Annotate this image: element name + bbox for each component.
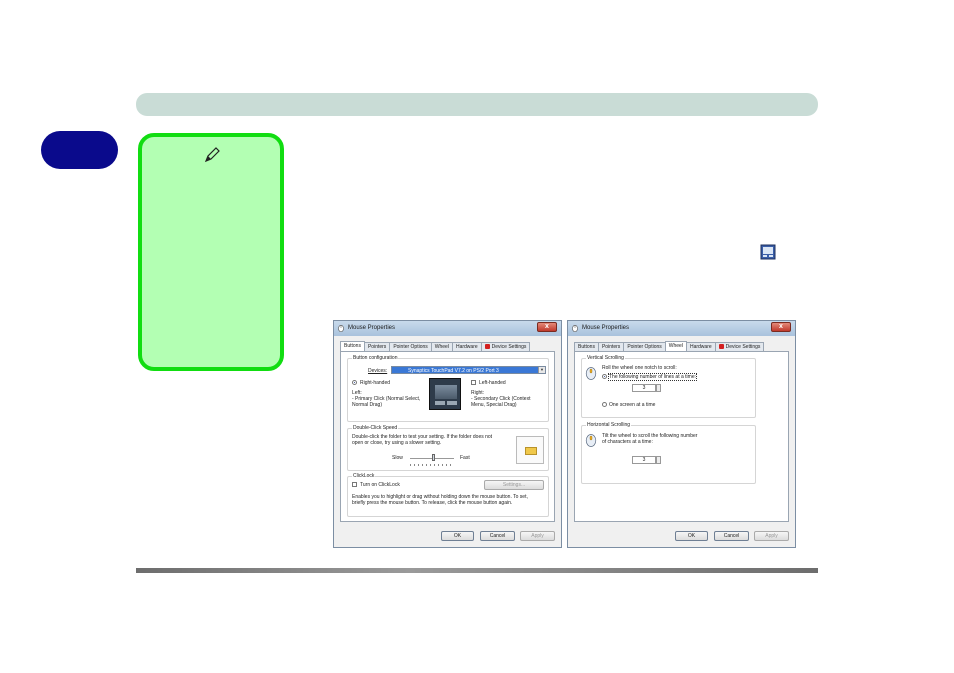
tab-hardware[interactable]: Hardware xyxy=(451,342,482,351)
tab-device-settings-label: Device Settings xyxy=(491,344,527,350)
tab-device-settings[interactable]: Device Settings xyxy=(480,342,531,351)
close-button[interactable]: x xyxy=(537,322,557,332)
double-click-speed-group: Double-Click Speed Double-click the fold… xyxy=(347,425,549,471)
clicklock-settings-button[interactable]: Settings... xyxy=(484,480,544,490)
lines-spin-arrows[interactable] xyxy=(656,384,661,392)
buttons-panel: Button configuration Devices: Synaptics … xyxy=(340,351,555,522)
clicklock-desc-2: briefly press the mouse button. To relea… xyxy=(352,500,513,506)
group-title: ClickLock xyxy=(352,473,376,479)
dialog-titlebar: Mouse Properties x xyxy=(568,321,795,336)
mouse-icon xyxy=(572,325,578,332)
synaptics-icon xyxy=(484,344,490,349)
mouse-wheel-icon xyxy=(585,434,597,447)
note-box xyxy=(138,133,284,371)
ok-button[interactable]: OK xyxy=(675,531,708,541)
pencil-icon xyxy=(204,147,220,163)
horizontal-scrolling-group: Horizontal Scrolling Tilt the wheel to s… xyxy=(581,422,756,484)
clicklock-label: Turn on ClickLock xyxy=(360,482,400,488)
tab-pointers[interactable]: Pointers xyxy=(597,342,625,351)
tab-pointer-options[interactable]: Pointer Options xyxy=(389,342,432,351)
page-header-bar xyxy=(136,93,818,116)
lines-at-a-time-radio[interactable] xyxy=(602,374,607,379)
test-folder[interactable] xyxy=(516,436,544,464)
dialog-titlebar: Mouse Properties x xyxy=(334,321,561,336)
fast-label: Fast xyxy=(460,455,470,461)
group-title: Button configuration xyxy=(352,355,399,361)
touchpad-image xyxy=(429,378,461,410)
clicklock-checkbox[interactable] xyxy=(352,482,357,487)
speed-slider-thumb[interactable] xyxy=(432,454,436,461)
apply-button[interactable]: Apply xyxy=(754,531,789,541)
tab-bar: Buttons Pointers Pointer Options Wheel H… xyxy=(574,341,765,351)
ok-button[interactable]: OK xyxy=(441,531,474,541)
tab-buttons[interactable]: Buttons xyxy=(340,341,365,351)
group-title: Double-Click Speed xyxy=(352,425,399,431)
clicklock-group: ClickLock Turn on ClickLock Settings... … xyxy=(347,473,549,517)
left-handed-label: Left-handed xyxy=(479,380,506,386)
dialog-title: Mouse Properties xyxy=(348,325,396,331)
mouse-wheel-icon xyxy=(585,367,597,380)
right-handed-radio[interactable] xyxy=(352,380,357,385)
touchpad-tray-icon xyxy=(760,244,776,260)
tab-bar: Buttons Pointers Pointer Options Wheel H… xyxy=(340,341,531,351)
tab-device-settings-label: Device Settings xyxy=(725,344,761,350)
button-configuration-group: Button configuration Devices: Synaptics … xyxy=(347,355,549,422)
tab-buttons[interactable]: Buttons xyxy=(574,342,599,351)
footer-rule xyxy=(136,568,818,573)
synaptics-icon xyxy=(718,344,724,349)
mouse-properties-dialog-wheel: Mouse Properties x Buttons Pointers Poin… xyxy=(567,320,796,548)
group-title: Horizontal Scrolling xyxy=(586,422,632,428)
close-button[interactable]: x xyxy=(771,322,791,332)
apply-button[interactable]: Apply xyxy=(520,531,555,541)
slider-ticks xyxy=(410,464,454,466)
mouse-properties-dialog-buttons: Mouse Properties x Buttons Pointers Poin… xyxy=(333,320,562,548)
devices-label: Devices: xyxy=(368,368,388,374)
horizontal-desc-2: of characters at a time: xyxy=(602,439,653,445)
lines-spinbox[interactable]: 3 xyxy=(632,384,656,392)
characters-spinbox[interactable]: 3 xyxy=(632,456,656,464)
characters-spin-arrows[interactable] xyxy=(656,456,661,464)
left-desc-3: Normal Drag) xyxy=(352,402,383,408)
tab-wheel[interactable]: Wheel xyxy=(430,342,453,351)
devices-select[interactable]: Synaptics TouchPad V7.2 on PS/2 Port 3 ▼ xyxy=(391,366,546,374)
tab-pointers[interactable]: Pointers xyxy=(363,342,391,351)
cancel-button[interactable]: Cancel xyxy=(480,531,515,541)
one-screen-radio[interactable] xyxy=(602,402,607,407)
double-click-desc-2: open or close, try using a slower settin… xyxy=(352,440,442,446)
chapter-tab xyxy=(41,131,118,169)
chevron-down-icon: ▼ xyxy=(538,367,545,373)
folder-icon xyxy=(525,447,537,455)
right-handed-label: Right-handed xyxy=(360,380,391,386)
right-desc-3: Menu, Special Drag) xyxy=(471,402,517,408)
slow-label: Slow xyxy=(392,455,403,461)
one-screen-label: One screen at a time xyxy=(609,402,656,408)
tab-hardware[interactable]: Hardware xyxy=(685,342,716,351)
vertical-scrolling-group: Vertical Scrolling Roll the wheel one no… xyxy=(581,355,756,418)
left-handed-checkbox[interactable] xyxy=(471,380,476,385)
tab-device-settings[interactable]: Device Settings xyxy=(714,342,765,351)
lines-at-a-time-label: The following number of lines at a time: xyxy=(608,373,697,381)
tab-wheel[interactable]: Wheel xyxy=(664,341,687,351)
dialog-title: Mouse Properties xyxy=(582,325,630,331)
wheel-panel: Vertical Scrolling Roll the wheel one no… xyxy=(574,351,789,522)
devices-value: Synaptics TouchPad V7.2 on PS/2 Port 3 xyxy=(408,368,499,374)
cancel-button[interactable]: Cancel xyxy=(714,531,749,541)
group-title: Vertical Scrolling xyxy=(586,355,625,361)
tab-pointer-options[interactable]: Pointer Options xyxy=(623,342,666,351)
mouse-icon xyxy=(338,325,344,332)
vertical-desc: Roll the wheel one notch to scroll: xyxy=(602,365,677,371)
